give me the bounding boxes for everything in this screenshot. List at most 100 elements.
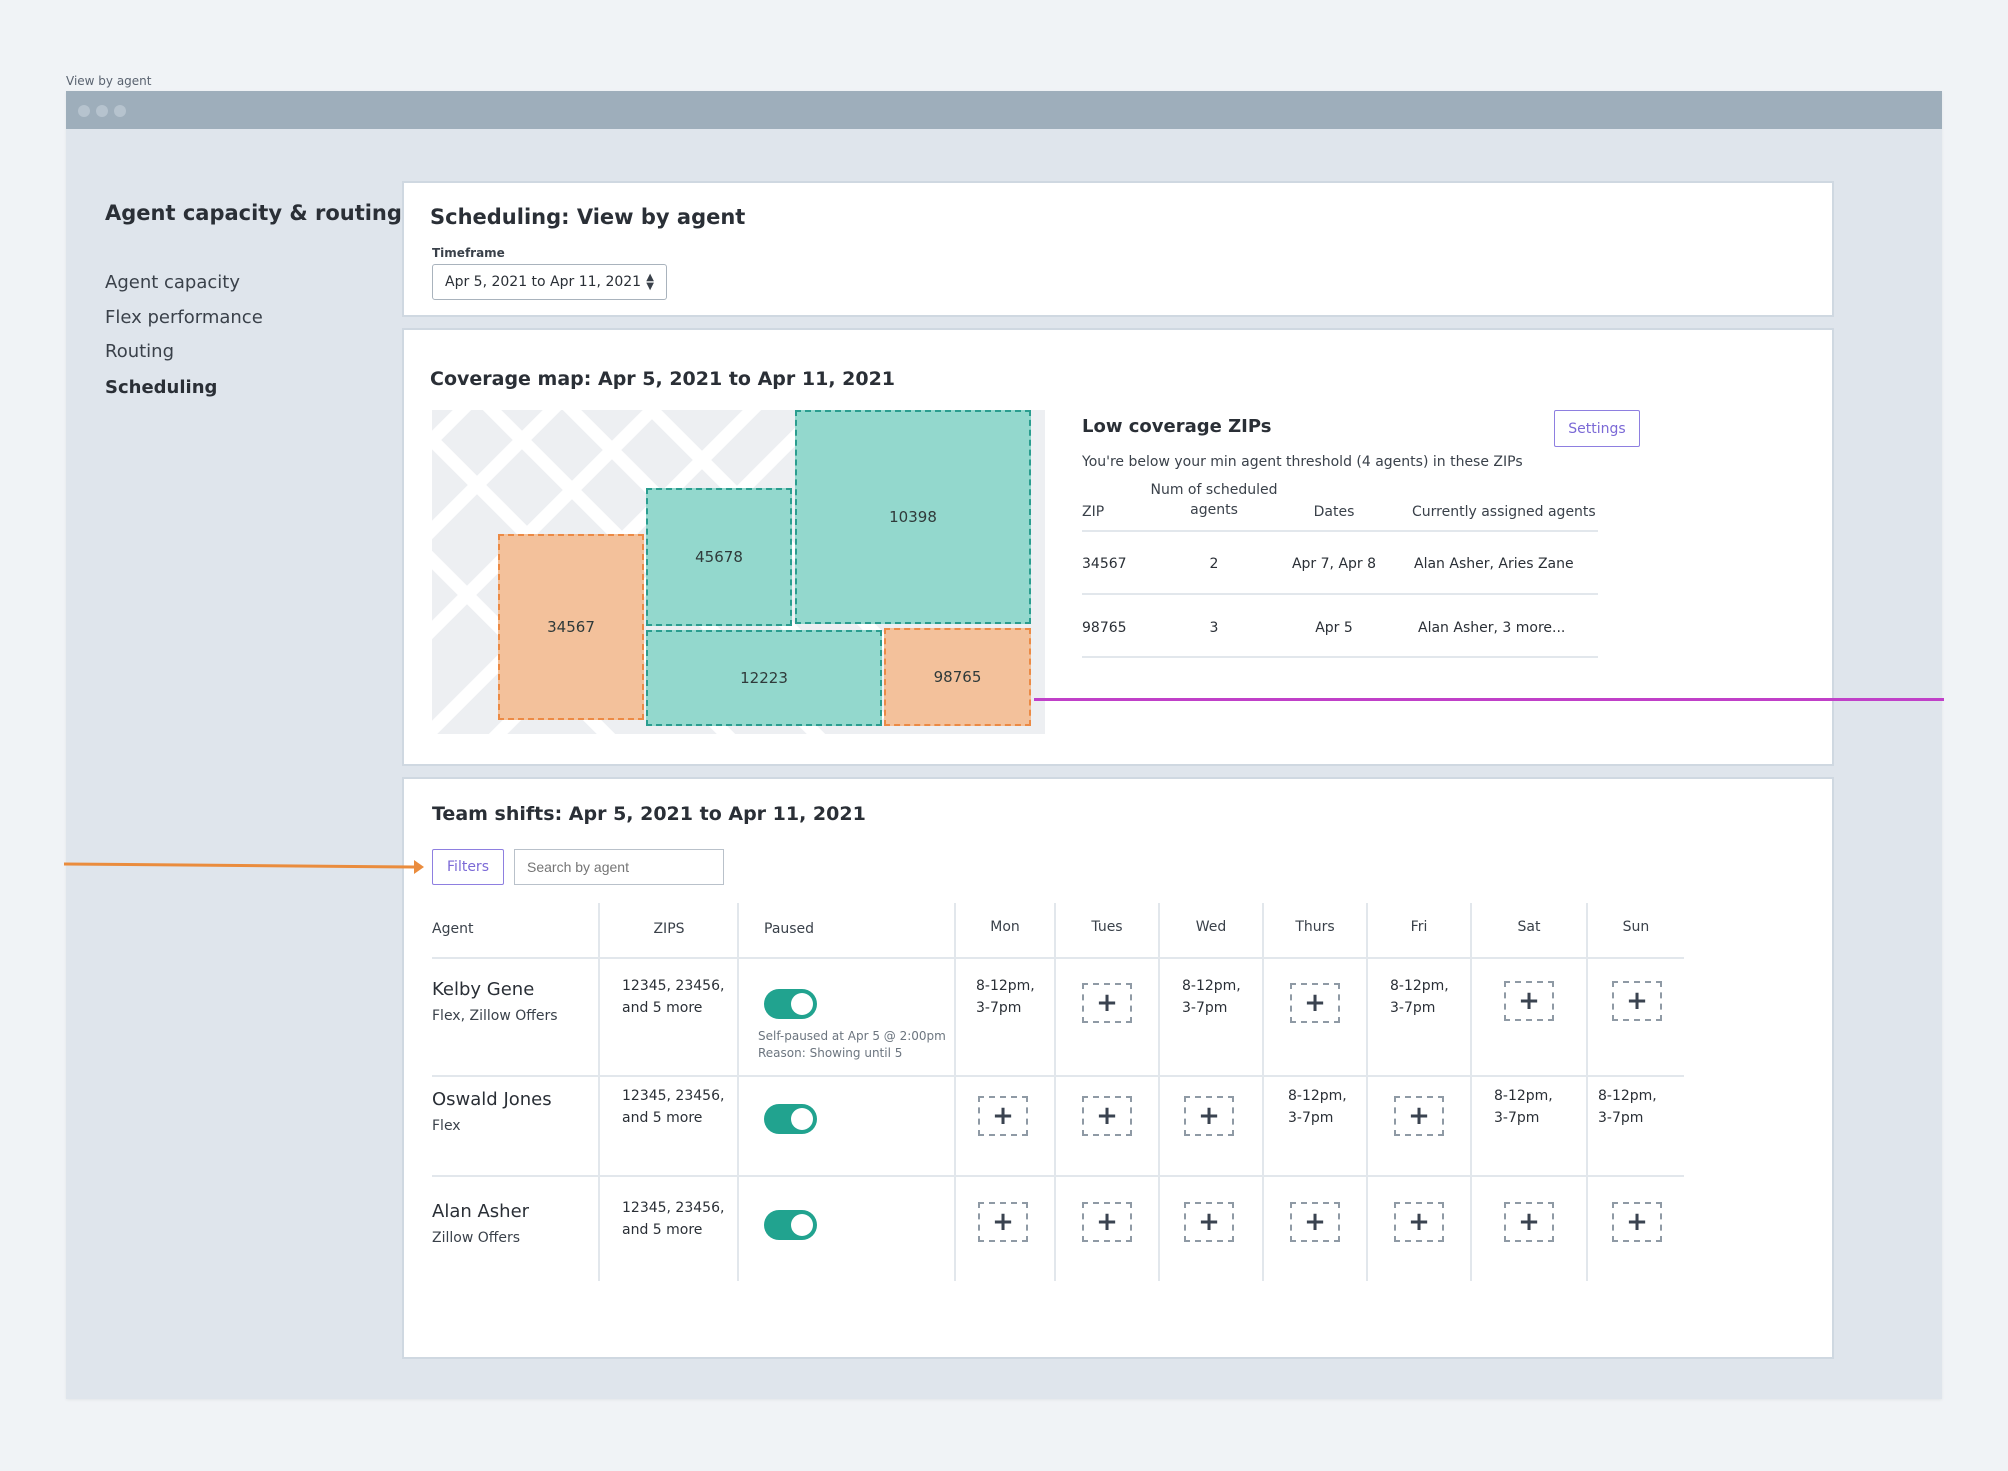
team-shifts-title: Team shifts: Apr 5, 2021 to Apr 11, 2021 (432, 803, 866, 825)
frame-label: View by agent (66, 74, 152, 88)
filters-button[interactable]: Filters (432, 849, 504, 885)
plus-icon: + (1198, 1101, 1220, 1131)
divider (1054, 903, 1056, 1281)
map-zip-34567[interactable]: 34567 (498, 534, 644, 720)
divider (1158, 903, 1160, 1281)
divider (432, 1175, 1684, 1177)
add-shift-button[interactable]: + (978, 1096, 1028, 1136)
add-shift-button[interactable]: + (1082, 1202, 1132, 1242)
plus-icon: + (1198, 1207, 1220, 1237)
add-shift-button[interactable]: + (1290, 983, 1340, 1023)
sidebar-item-flex-performance[interactable]: Flex performance (105, 307, 263, 328)
plus-icon: + (1096, 988, 1118, 1018)
table-row-alan-asher: Alan Asher Zillow Offers (432, 1201, 529, 1246)
agent-zips: 12345, 23456, and 5 more (622, 1088, 725, 1126)
low-zip-row-agents[interactable]: Alan Asher, Aries Zane (1414, 556, 1574, 572)
shift-sun[interactable]: 8-12pm, 3-7pm (1598, 1085, 1657, 1129)
divider (954, 903, 956, 1281)
add-shift-button[interactable]: + (1504, 1202, 1554, 1242)
sidebar-item-agent-capacity[interactable]: Agent capacity (105, 272, 240, 293)
settings-button[interactable]: Settings (1554, 410, 1640, 447)
divider (1262, 903, 1264, 1281)
plus-icon: + (992, 1101, 1014, 1131)
agent-type: Flex, Zillow Offers (432, 1008, 558, 1024)
col-sat: Sat (1517, 919, 1541, 935)
agent-name[interactable]: Kelby Gene (432, 979, 558, 1000)
coverage-title: Coverage map: Apr 5, 2021 to Apr 11, 202… (430, 368, 896, 390)
col-wed: Wed (1195, 919, 1227, 935)
app-window: Agent capacity & routing Agent capacity … (66, 91, 1942, 1399)
divider (737, 903, 739, 1281)
map-zip-45678[interactable]: 45678 (646, 488, 792, 626)
col-fri: Fri (1410, 919, 1428, 935)
map-zip-98765[interactable]: 98765 (884, 628, 1031, 726)
sidebar-item-routing[interactable]: Routing (105, 341, 174, 362)
sidebar-title: Agent capacity & routing (105, 201, 402, 225)
plus-icon: + (1626, 1207, 1648, 1237)
agent-name[interactable]: Oswald Jones (432, 1089, 552, 1110)
shift-fri[interactable]: 8-12pm, 3-7pm (1390, 975, 1449, 1019)
add-shift-button[interactable]: + (1394, 1096, 1444, 1136)
table-row-oswald-jones: Oswald Jones Flex (432, 1089, 552, 1134)
table-row-kelby-gene: Kelby Gene Flex, Zillow Offers (432, 979, 558, 1024)
add-shift-button[interactable]: + (1612, 1202, 1662, 1242)
plus-icon: + (1626, 986, 1648, 1016)
add-shift-button[interactable]: + (1290, 1202, 1340, 1242)
team-shifts-card: Team shifts: Apr 5, 2021 to Apr 11, 2021… (402, 777, 1834, 1359)
col-thu: Thurs (1295, 919, 1335, 935)
map-zip-10398[interactable]: 10398 (795, 410, 1031, 624)
pause-note: Self-paused at Apr 5 @ 2:00pm Reason: Sho… (758, 1029, 946, 1060)
agent-zips: 12345, 23456, and 5 more (622, 978, 725, 1016)
col-dates: Dates (1313, 504, 1355, 520)
plus-icon: + (1304, 1207, 1326, 1237)
paused-toggle[interactable] (764, 1104, 817, 1134)
add-shift-button[interactable]: + (1082, 1096, 1132, 1136)
annotation-line-magenta (1034, 698, 1944, 701)
col-assigned-agents: Currently assigned agents (1412, 504, 1596, 520)
add-shift-button[interactable]: + (978, 1202, 1028, 1242)
divider (1366, 903, 1368, 1281)
add-shift-button[interactable]: + (1184, 1202, 1234, 1242)
shift-thu[interactable]: 8-12pm, 3-7pm (1288, 1085, 1347, 1129)
search-input[interactable] (514, 849, 724, 885)
divider (1470, 903, 1472, 1281)
annotation-arrow-orange (63, 860, 424, 874)
low-zip-row-zip: 98765 (1082, 620, 1127, 636)
divider (1082, 656, 1598, 658)
add-shift-button[interactable]: + (1504, 981, 1554, 1021)
col-agent: Agent (432, 921, 474, 937)
low-zip-row-agents[interactable]: Alan Asher, 3 more... (1418, 620, 1565, 636)
paused-toggle[interactable] (764, 1210, 817, 1240)
col-zips: ZIPS (653, 921, 685, 937)
low-zip-row-num: 3 (1209, 620, 1219, 636)
shift-sat[interactable]: 8-12pm, 3-7pm (1494, 1085, 1553, 1129)
window-dot-icon (78, 105, 90, 117)
add-shift-button[interactable]: + (1612, 981, 1662, 1021)
window-titlebar (66, 91, 1942, 129)
col-num-scheduled: Num of scheduled agents (1150, 482, 1278, 518)
low-coverage-subtitle: You're below your min agent threshold (4… (1082, 454, 1523, 470)
divider (432, 957, 1684, 959)
agent-name[interactable]: Alan Asher (432, 1201, 529, 1222)
timeframe-select[interactable]: Apr 5, 2021 to Apr 11, 2021 ▲ ▼ (432, 264, 667, 300)
paused-toggle[interactable] (764, 989, 817, 1019)
add-shift-button[interactable]: + (1184, 1096, 1234, 1136)
add-shift-button[interactable]: + (1394, 1202, 1444, 1242)
divider (598, 903, 600, 1281)
add-shift-button[interactable]: + (1082, 983, 1132, 1023)
divider (432, 1075, 1684, 1077)
col-zip: ZIP (1082, 504, 1105, 520)
plus-icon: + (1096, 1101, 1118, 1131)
low-zip-row-dates: Apr 7, Apr 8 (1291, 556, 1377, 572)
plus-icon: + (1518, 986, 1540, 1016)
col-sun: Sun (1622, 919, 1650, 935)
shift-wed[interactable]: 8-12pm, 3-7pm (1182, 975, 1241, 1019)
agent-type: Zillow Offers (432, 1230, 521, 1246)
window-dot-icon (114, 105, 126, 117)
coverage-map[interactable]: 34567 45678 10398 12223 98765 (432, 410, 1045, 734)
agent-zips: 12345, 23456, and 5 more (622, 1200, 725, 1238)
sidebar-item-scheduling[interactable]: Scheduling (105, 377, 217, 398)
shift-mon[interactable]: 8-12pm, 3-7pm (976, 975, 1035, 1019)
low-zip-row-num: 2 (1209, 556, 1219, 572)
map-zip-12223[interactable]: 12223 (646, 630, 882, 726)
